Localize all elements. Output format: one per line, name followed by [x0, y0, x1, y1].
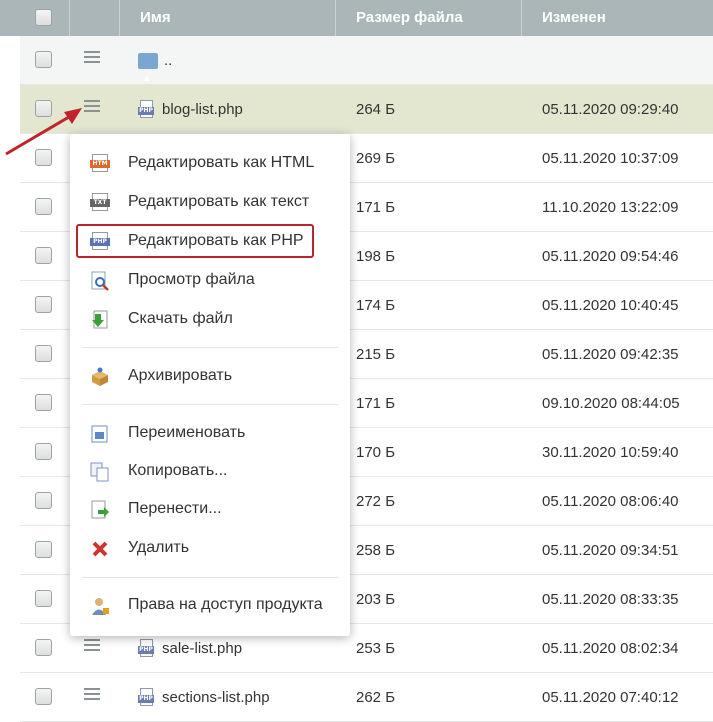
file-modified: 09.10.2020 08:44:05	[542, 395, 680, 412]
table-row[interactable]: PHP blog-list.php 264 Б 05.11.2020 09:29:40	[20, 85, 713, 134]
view-file-icon	[91, 271, 109, 291]
file-size: 262 Б	[356, 689, 396, 706]
file-modified: 05.11.2020 09:54:46	[542, 248, 679, 265]
delete-x-icon	[92, 541, 108, 557]
text-file-icon: TXT	[90, 193, 110, 213]
row-checkbox[interactable]	[35, 443, 52, 460]
menu-copy[interactable]: Копировать...	[70, 454, 350, 488]
row-checkbox[interactable]	[35, 394, 52, 411]
menu-separator	[82, 577, 338, 578]
row-checkbox[interactable]	[35, 639, 52, 656]
file-modified: 30.11.2020 10:59:40	[542, 444, 679, 461]
menu-separator	[82, 404, 338, 405]
file-name-link[interactable]: PHP blog-list.php	[138, 85, 243, 134]
menu-edit-text[interactable]: TXT Редактировать как текст	[70, 185, 350, 219]
file-modified: 05.11.2020 10:37:09	[542, 150, 679, 167]
row-menu-icon[interactable]	[84, 639, 100, 653]
file-size: 272 Б	[356, 493, 396, 510]
menu-download[interactable]: Скачать файл	[70, 302, 350, 336]
row-checkbox[interactable]	[35, 688, 52, 705]
menu-move[interactable]: Перенести...	[70, 492, 350, 526]
file-modified: 05.11.2020 09:34:51	[542, 542, 679, 559]
menu-rename[interactable]: Переименовать	[70, 416, 350, 450]
file-name-link[interactable]: PHP sections-list.php	[138, 673, 270, 722]
header-name[interactable]: Имя	[120, 0, 336, 36]
php-file-icon: PHP	[138, 638, 156, 659]
table-row-parent[interactable]: ..	[20, 36, 713, 103]
menu-edit-html[interactable]: HTM Редактировать как HTML	[70, 146, 350, 180]
file-name: blog-list.php	[162, 101, 243, 118]
menu-access-rights[interactable]: Права на доступ продукта	[70, 588, 350, 622]
menu-archive[interactable]: Архивировать	[70, 359, 350, 393]
menu-delete[interactable]: Удалить	[70, 531, 350, 565]
file-size: 171 Б	[356, 395, 396, 412]
file-size: 215 Б	[356, 346, 396, 363]
table-row[interactable]: PHP sections-list.php 262 Б 05.11.2020 07:4…	[20, 673, 713, 722]
file-modified: 11.10.2020 13:22:09	[542, 199, 679, 216]
file-modified: 05.11.2020 10:40:45	[542, 297, 679, 314]
file-size: 253 Б	[356, 640, 396, 657]
archive-box-icon	[92, 367, 108, 386]
header-modified[interactable]: Изменен	[522, 0, 713, 36]
menu-view-file[interactable]: Просмотр файла	[70, 263, 350, 297]
row-checkbox[interactable]	[35, 541, 52, 558]
row-checkbox[interactable]	[35, 590, 52, 607]
row-checkbox[interactable]	[35, 247, 52, 264]
row-checkbox[interactable]	[35, 198, 52, 215]
file-size: 174 Б	[356, 297, 396, 314]
file-modified: 05.11.2020 08:33:35	[542, 591, 679, 608]
file-modified: 05.11.2020 08:06:40	[542, 493, 679, 510]
row-checkbox[interactable]	[35, 296, 52, 313]
folder-up-icon	[138, 52, 158, 103]
parent-folder-link[interactable]: ..	[138, 36, 173, 103]
file-size: 170 Б	[356, 444, 396, 461]
header-size[interactable]: Размер файла	[336, 0, 522, 36]
copy-icon	[90, 462, 109, 482]
highlight-box	[76, 224, 314, 258]
rename-icon	[91, 425, 108, 443]
file-modified: 05.11.2020 09:42:35	[542, 346, 679, 363]
file-size: 258 Б	[356, 542, 396, 559]
row-checkbox[interactable]	[35, 345, 52, 362]
move-icon	[91, 500, 109, 519]
file-modified: 05.11.2020 09:29:40	[542, 101, 679, 118]
file-size: 171 Б	[356, 199, 396, 216]
file-modified: 05.11.2020 08:02:34	[542, 640, 679, 657]
row-menu-icon[interactable]	[84, 688, 100, 702]
context-menu: HTM Редактировать как HTML TXT Редактиро…	[70, 134, 350, 636]
file-size: 264 Б	[356, 101, 396, 118]
php-file-icon: PHP	[138, 99, 156, 120]
html-file-icon: HTM	[90, 154, 110, 174]
parent-label: ..	[164, 52, 173, 69]
file-modified: 05.11.2020 07:40:12	[542, 689, 679, 706]
php-file-icon: PHP	[138, 687, 156, 708]
menu-separator	[82, 347, 338, 348]
file-size: 198 Б	[356, 248, 396, 265]
row-checkbox[interactable]	[35, 492, 52, 509]
file-name: sections-list.php	[162, 689, 270, 706]
download-icon	[92, 310, 108, 329]
file-size: 269 Б	[356, 150, 396, 167]
file-size: 203 Б	[356, 591, 396, 608]
user-key-icon	[92, 598, 109, 615]
